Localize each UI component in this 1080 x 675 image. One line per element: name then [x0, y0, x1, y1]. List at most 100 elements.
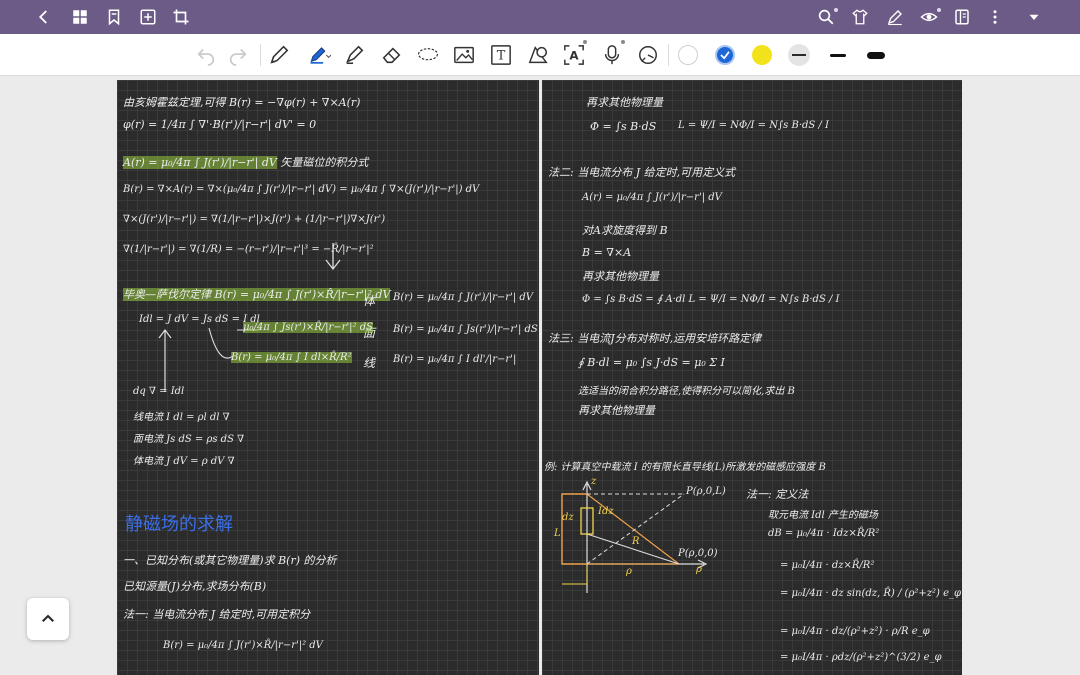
note-line: 法二: 当电流分布 J 给定时,可用定义式 — [548, 166, 736, 179]
scroll-to-top-button[interactable] — [27, 598, 69, 640]
undo-icon[interactable] — [190, 34, 222, 76]
note-line: 面电流 Js dS = ρs dS ∇ — [133, 434, 245, 445]
diagram-label: Idz — [598, 506, 614, 517]
note-line: 由亥姆霍兹定理,可得 B(r) = −∇φ(r) + ∇×A(r) — [123, 96, 361, 109]
note-page-left[interactable]: 由亥姆霍兹定理,可得 B(r) = −∇φ(r) + ∇×A(r) φ(r) =… — [117, 80, 539, 675]
note-line: 法一: 当电流分布 J 给定时,可用定积分 — [123, 608, 311, 621]
note-line: 线电流 I dl = ρl dl ∇ — [133, 412, 230, 423]
note-line: L = Ψ/I = NΦ/I = N∫s B·dS / I — [678, 120, 829, 131]
image-icon[interactable] — [448, 34, 480, 76]
shape-icon[interactable] — [522, 34, 554, 76]
note-line: B(r) = μ₀/4π ∫ I dl'/|r−r'| — [393, 354, 517, 365]
eye-icon[interactable] — [915, 0, 943, 34]
diagram-label: z — [591, 476, 597, 487]
note-line: B(r) = ∇×A(r) = ∇×(μ₀/4π ∫ J(r')/|r−r'| … — [123, 184, 480, 195]
ocr-text-icon[interactable]: A — [558, 34, 590, 76]
add-page-icon[interactable] — [134, 0, 162, 34]
highlighted-text: B(r) = μ₀/4π ∫ I dl×R̂/R² — [231, 352, 352, 363]
highlighted-text: A(r) = μ₀/4π ∫ J(r')/|r−r'| dV — [123, 156, 277, 169]
text-box-icon[interactable]: T — [485, 34, 517, 76]
stroke-size-medium[interactable] — [826, 45, 850, 65]
note-line: 再求其他物理量 — [582, 270, 659, 283]
note-page-right[interactable]: 再求其他物理量 Φ = ∫s B·dS L = Ψ/I = NΦ/I = N∫s… — [542, 80, 962, 675]
checkmark-icon — [720, 51, 730, 60]
section-heading: 静磁场的求解 — [125, 514, 233, 535]
crop-icon[interactable] — [167, 0, 195, 34]
drawing-toolbar: T A — [0, 34, 1080, 76]
dropdown-arrow-icon[interactable] — [1020, 0, 1048, 34]
svg-text:T: T — [497, 49, 506, 64]
toolbar-divider — [260, 44, 261, 66]
note-line: = μ₀I/4π · ρdz/(ρ²+z²)^(3/2) e_φ — [780, 652, 942, 663]
timer-icon[interactable] — [632, 34, 664, 76]
page-layout-icon[interactable] — [948, 0, 976, 34]
new-indicator-dot — [937, 8, 941, 12]
color-swatch-white[interactable] — [678, 45, 698, 65]
mic-icon[interactable] — [596, 34, 628, 76]
note-line: 法一: 定义法 — [746, 488, 809, 501]
stroke-size-thin-selected[interactable] — [788, 44, 810, 66]
arrow-down-mark — [325, 243, 341, 271]
note-line: B(r) = μ₀/4π ∫ J(r')×R̂/|r−r'|² dV — [163, 640, 323, 651]
toolbar-divider — [668, 44, 669, 66]
more-vertical-icon[interactable] — [981, 0, 1009, 34]
note-label: 体 — [363, 294, 376, 308]
note-line: 例: 计算真空中载流 I 的有限长直导线(L)所激发的磁感应强度 B — [544, 462, 826, 473]
note-line: 选适当的闭合积分路径,使得积分可以简化,求出 B — [578, 386, 795, 397]
note-line: B(r) = μ₀/4π ∫ Js(r')/|r−r'| dS — [393, 324, 538, 335]
note-line: 取元电流 Idl 产生的磁场 — [768, 510, 878, 521]
eraser-icon[interactable] — [376, 34, 408, 76]
back-icon[interactable] — [30, 0, 58, 34]
redo-icon[interactable] — [222, 34, 254, 76]
note-line: 对A求旋度得到 B — [582, 224, 668, 237]
shirt-icon[interactable] — [846, 0, 874, 34]
stroke-thin-line — [792, 54, 806, 56]
note-line: μ₀/4π ∫ Js(r')×R̂/|r−r'|² dS — [243, 322, 373, 333]
diagram-label: ρ — [626, 566, 632, 577]
diagram-label: P(ρ,0,0) — [678, 548, 718, 559]
bookmark-icon[interactable] — [100, 0, 128, 34]
pen-icon[interactable] — [263, 34, 295, 76]
lasso-icon[interactable] — [411, 34, 445, 76]
note-line: = μ₀I/4π · dz sin(dz, R̂) / (ρ²+z²) e_φ — [780, 588, 962, 599]
search-icon[interactable] — [812, 0, 840, 34]
note-line: dB = μ₀/4π · Idz×R̂/R² — [768, 528, 880, 539]
color-swatch-blue-selected[interactable] — [715, 45, 735, 65]
note-line: 再求其他物理量 — [578, 404, 655, 417]
note-line: 法三: 当电流J分布对称时,运用安培环路定律 — [548, 332, 762, 345]
diagram-label: ρ — [696, 564, 702, 575]
top-app-bar — [0, 0, 1080, 34]
note-line: A(r) = μ₀/4π ∫ J(r')/|r−r'| dV 矢量磁位的积分式 — [123, 154, 368, 170]
diagram-label: P(ρ,0,L) — [686, 486, 726, 497]
highlighted-text: μ₀/4π ∫ Js(r')×R̂/|r−r'|² dS — [243, 322, 373, 333]
note-line: A(r) = μ₀/4π ∫ J(r')/|r−r'| dV — [582, 192, 722, 203]
chevron-up-icon — [42, 614, 54, 622]
marker-icon[interactable] — [338, 34, 370, 76]
diagram-label: dz — [562, 512, 574, 523]
highlighted-text: 毕奥—萨伐尔定律 B(r) = μ₀/4π ∫ J(r')×R̂/|r−r'|²… — [123, 288, 391, 301]
note-line: 再求其他物理量 — [586, 96, 663, 109]
note-line: 毕奥—萨伐尔定律 B(r) = μ₀/4π ∫ J(r')×R̂/|r−r'|²… — [123, 286, 391, 302]
stroke-thick-line — [867, 51, 885, 59]
grid-icon[interactable] — [66, 0, 94, 34]
note-line: = μ₀I/4π · dz/(ρ²+z²) · ρ/R e_φ — [780, 626, 930, 637]
diagram-label: R — [632, 536, 640, 547]
note-line: 已知源量(J)分布,求场分布(B) — [123, 580, 267, 593]
color-swatch-yellow[interactable] — [752, 45, 772, 65]
note-line: φ(r) = 1/4π ∫ ∇'·B(r')/|r−r'| dV' = 0 — [123, 118, 317, 131]
new-indicator-dot — [834, 8, 838, 12]
pen-sign-icon[interactable] — [881, 0, 909, 34]
stroke-size-thick[interactable] — [864, 45, 888, 65]
note-line: Φ = ∫s B·dS = ∮ A·dl L = Ψ/I = NΦ/I = N∫… — [582, 294, 840, 305]
diagram-label: L — [554, 528, 561, 539]
new-indicator-dot — [621, 40, 625, 44]
note-line: dq ∇ = Idl — [133, 386, 185, 397]
note-line: ∮ B·dl = μ₀ ∫s J·dS = μ₀ Σ I — [578, 356, 725, 369]
note-line: B = ∇×A — [582, 246, 632, 259]
stroke-medium-line — [830, 53, 846, 57]
note-line: Φ = ∫s B·dS — [590, 120, 657, 133]
new-indicator-dot — [583, 40, 587, 44]
note-line: 一、已知分布(或其它物理量)求 B(r) 的分析 — [123, 554, 337, 567]
highlighter-pen-icon[interactable] — [302, 34, 338, 76]
note-line: = μ₀I/4π · dz×R̂/R² — [780, 560, 875, 571]
